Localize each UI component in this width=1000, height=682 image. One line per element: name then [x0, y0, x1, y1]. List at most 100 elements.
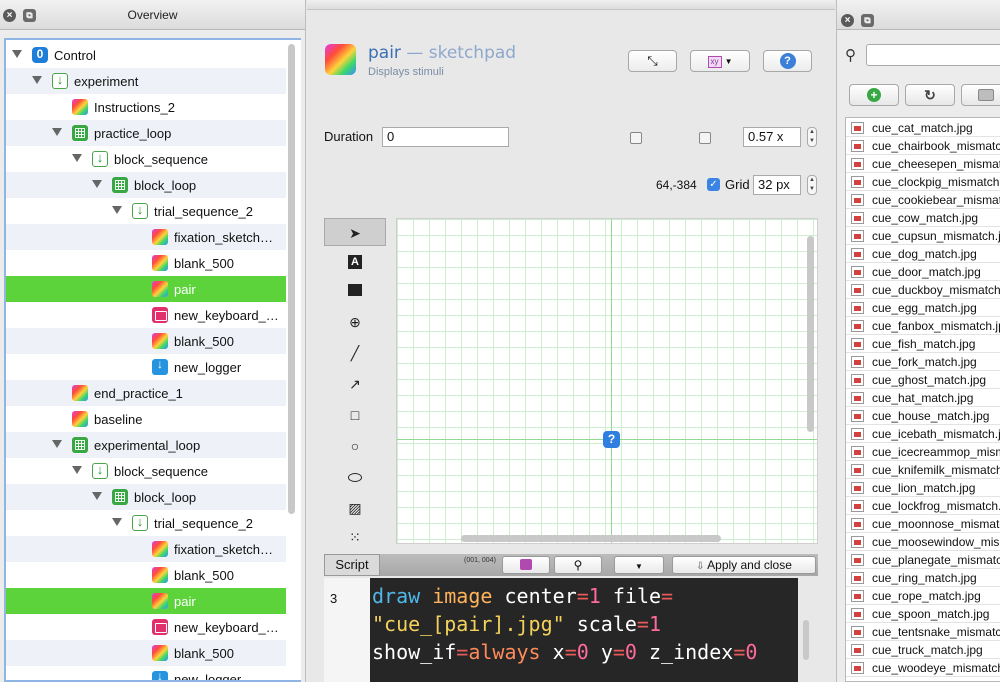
file-item[interactable]: cue_icecreammop_mism [846, 443, 1000, 461]
duration-input[interactable]: 0 [382, 127, 509, 147]
canvas-horizontal-scrollbar[interactable] [461, 535, 721, 542]
file-item[interactable]: cue_spoon_match.jpg [846, 605, 1000, 623]
file-item[interactable]: cue_cheesepen_mismatch [846, 155, 1000, 173]
file-item[interactable]: cue_clockpig_mismatch. [846, 173, 1000, 191]
tree-item[interactable]: experiment [6, 68, 286, 94]
tree-item[interactable]: blank_500 [6, 328, 286, 354]
grid-size-input[interactable]: 32 px [753, 175, 801, 195]
search-script-button[interactable]: ⚲ [554, 556, 602, 574]
item-title[interactable]: pair — sketchpad [368, 43, 516, 63]
file-item[interactable]: cue_woodeye_mismatch [846, 659, 1000, 677]
file-item[interactable]: cue_cookiebear_mismatch [846, 191, 1000, 209]
close-icon[interactable]: × [841, 14, 854, 27]
tree-item[interactable]: fixation_sketch… [6, 536, 286, 562]
file-item[interactable]: cue_fanbox_mismatch.jp [846, 317, 1000, 335]
item-description[interactable]: Displays stimuli [368, 66, 444, 78]
file-item[interactable]: cue_tentsnake_mismatc [846, 623, 1000, 641]
file-list[interactable]: cue_cat_match.jpg cue_chairbook_mismatch c… [845, 117, 1000, 682]
fit-zoom-icon[interactable] [630, 132, 642, 144]
zoom-reset-icon[interactable] [699, 132, 711, 144]
gabor-tool[interactable]: ▨ [324, 494, 386, 522]
tree-item[interactable]: block_loop [6, 172, 286, 198]
image-tool[interactable] [324, 277, 386, 305]
fixdot-tool[interactable]: ⊕ [324, 308, 386, 336]
pointer-tool[interactable]: ➤ [324, 218, 386, 246]
tree-item[interactable]: blank_500 [6, 250, 286, 276]
file-item[interactable]: cue_duckboy_mismatch [846, 281, 1000, 299]
tree-item[interactable]: pair [6, 588, 286, 614]
snippet-button[interactable] [502, 556, 550, 574]
circle-tool[interactable]: ○ [324, 432, 386, 460]
refresh-button[interactable]: ↻ [905, 84, 955, 106]
file-item[interactable]: cue_chairbook_mismatch [846, 137, 1000, 155]
file-item[interactable]: cue_ring_match.jpg [846, 569, 1000, 587]
file-item[interactable]: cue_cat_match.jpg [846, 119, 1000, 137]
arrow-tool[interactable]: ↗ [324, 370, 386, 398]
tree-item[interactable]: blank_500 [6, 562, 286, 588]
file-item[interactable]: cue_door_match.jpg [846, 263, 1000, 281]
file-item[interactable]: cue_fish_match.jpg [846, 335, 1000, 353]
open-folder-button[interactable] [961, 84, 1000, 106]
expand-arrow-icon[interactable] [92, 180, 102, 188]
expand-arrow-icon[interactable] [52, 128, 62, 136]
tree-item[interactable]: end_practice_1 [6, 380, 286, 406]
help-button[interactable]: ? [763, 50, 812, 72]
expand-arrow-icon[interactable] [112, 518, 122, 526]
zoom-input[interactable]: 0.57 x [743, 127, 801, 147]
script-editor[interactable]: draw image center=1 file= "cue_[pair].jp… [370, 578, 798, 682]
overview-tree[interactable]: Control experiment Instructions_2 practice_… [4, 38, 301, 682]
add-file-button[interactable]: + [849, 84, 899, 106]
maximize-button[interactable]: ⤡ [628, 50, 677, 72]
file-item[interactable]: cue_egg_match.jpg [846, 299, 1000, 317]
tree-item[interactable]: block_sequence [6, 146, 286, 172]
file-item[interactable]: cue_lion_match.jpg [846, 479, 1000, 497]
file-item[interactable]: cue_dog_match.jpg [846, 245, 1000, 263]
item-name[interactable]: pair [368, 43, 401, 63]
noise-tool[interactable]: ⁙ [324, 523, 386, 551]
tree-item[interactable]: trial_sequence_2 [6, 198, 286, 224]
tree-item[interactable]: trial_sequence_2 [6, 510, 286, 536]
expand-arrow-icon[interactable] [72, 466, 82, 474]
file-item[interactable]: cue_cow_match.jpg [846, 209, 1000, 227]
file-item[interactable]: cue_lockfrog_mismatch. [846, 497, 1000, 515]
float-icon[interactable]: ⧉ [861, 14, 874, 27]
tree-scrollbar[interactable] [288, 44, 295, 514]
editor-scrollbar[interactable] [803, 620, 809, 660]
file-search-input[interactable] [866, 44, 1000, 66]
grid-checkbox[interactable]: ✓ [707, 178, 720, 191]
file-item[interactable]: cue_icebath_mismatch.j [846, 425, 1000, 443]
file-item[interactable]: cue_truck_match.jpg [846, 641, 1000, 659]
file-item[interactable]: cue_knifemilk_mismatch [846, 461, 1000, 479]
view-menu-button[interactable]: xy ▼ [690, 50, 750, 72]
tree-item[interactable]: practice_loop [6, 120, 286, 146]
rect-tool[interactable]: □ [324, 401, 386, 429]
grid-size-stepper[interactable]: ▲ ▼ [807, 175, 817, 195]
tree-item[interactable]: block_loop [6, 484, 286, 510]
menu-dropdown-button[interactable]: ▼ [614, 556, 664, 574]
tree-item[interactable]: pair [6, 276, 286, 302]
expand-arrow-icon[interactable] [52, 440, 62, 448]
expand-arrow-icon[interactable] [32, 76, 42, 84]
tree-item[interactable]: new_logger [6, 354, 286, 380]
tree-item[interactable]: block_sequence [6, 458, 286, 484]
apply-and-close-button[interactable]: ⇩ Apply and close [672, 556, 816, 574]
file-item[interactable]: cue_cupsun_mismatch.jp [846, 227, 1000, 245]
line-tool[interactable]: ╱ [324, 339, 386, 367]
expand-arrow-icon[interactable] [92, 492, 102, 500]
expand-arrow-icon[interactable] [72, 154, 82, 162]
tree-item[interactable]: experimental_loop [6, 432, 286, 458]
file-item[interactable]: cue_hat_match.jpg [846, 389, 1000, 407]
sketchpad-canvas[interactable]: ? [396, 218, 818, 544]
script-tab[interactable]: Script [324, 554, 380, 576]
tree-item[interactable]: baseline [6, 406, 286, 432]
expand-arrow-icon[interactable] [12, 50, 22, 58]
ellipse-tool[interactable] [324, 463, 386, 491]
tree-item[interactable]: blank_500 [6, 640, 286, 666]
canvas-vertical-scrollbar[interactable] [807, 236, 814, 432]
file-item[interactable]: cue_house_match.jpg [846, 407, 1000, 425]
zoom-stepper[interactable]: ▲ ▼ [807, 127, 817, 147]
tree-item[interactable]: fixation_sketch… [6, 224, 286, 250]
tree-item[interactable]: Control [6, 42, 286, 68]
file-item[interactable]: cue_moosewindow_mism [846, 533, 1000, 551]
tree-item[interactable]: Instructions_2 [6, 94, 286, 120]
